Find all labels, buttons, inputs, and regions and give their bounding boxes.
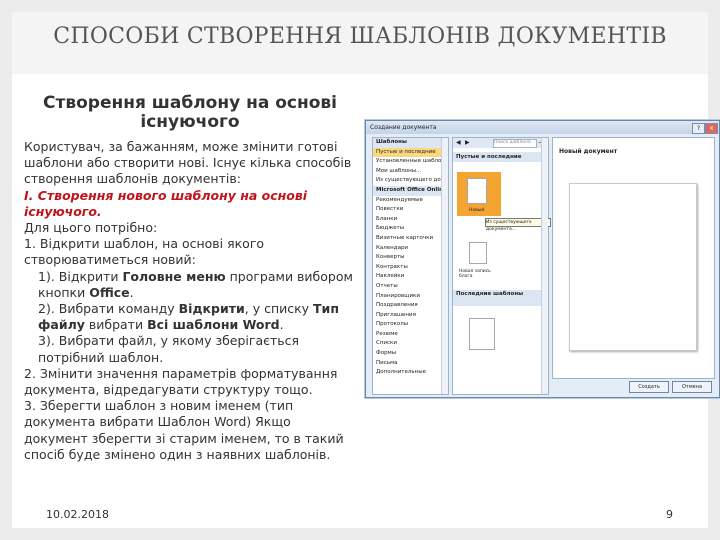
category-item[interactable]: Бланки [373, 215, 448, 225]
document-preview [569, 183, 697, 351]
step-3: 3). Вибрати файл, у якому зберігається п… [38, 333, 300, 365]
footer-date: 10.02.2018 [46, 508, 109, 521]
middle-scrollbar[interactable] [541, 138, 548, 394]
create-button[interactable]: Создать [629, 381, 669, 393]
category-item[interactable]: Отчеты [373, 282, 448, 292]
new-document-dialog: Создание документа ? × Шаблоны Пустые и п… [365, 120, 720, 398]
category-item[interactable]: Приглашения [373, 311, 448, 321]
slide-title: СПОСОБИ СТВОРЕННЯ ШАБЛОНІВ ДОКУМЕНТІВ [53, 24, 667, 49]
category-item[interactable]: Мои шаблоны... [373, 167, 448, 177]
category-item[interactable]: Визитные карточки [373, 234, 448, 244]
requirement-line: Для цього потрібно: [24, 220, 158, 236]
slide-body: Користувач, за бажанням, може змінити го… [24, 139, 354, 463]
category-item[interactable]: Бюджеты [373, 224, 448, 234]
point-2: 2. Змінити значення параметрів форматува… [24, 365, 338, 398]
category-item[interactable]: Календари [373, 244, 448, 254]
section-blank: Пустые и последние [453, 152, 545, 162]
gallery-toolbar: ◀ ▶ Поиск шаблона → [453, 138, 548, 148]
recent-template-icon[interactable] [469, 318, 495, 350]
close-icon[interactable]: × [705, 123, 718, 134]
document-icon [467, 178, 487, 204]
blog-icon[interactable] [469, 242, 487, 264]
category-item[interactable]: Рекомендуемые [373, 196, 448, 206]
template-gallery: ◀ ▶ Поиск шаблона → Пустые и последние Н… [452, 137, 551, 395]
category-item[interactable]: Наклейки [373, 272, 448, 282]
slide-subtitle: Створення шаблону на основі існуючого [43, 93, 337, 132]
intro-paragraph: Користувач, за бажанням, може змінити го… [24, 139, 352, 187]
category-item[interactable]: Повестки [373, 205, 448, 215]
category-item[interactable]: Дополнительные [373, 368, 448, 378]
category-item[interactable]: Планировщики [373, 292, 448, 302]
left-scrollbar[interactable] [441, 138, 448, 394]
category-item[interactable]: Из существующего документа... [373, 176, 448, 186]
method-heading: І. Створення нового шаблону на основі іс… [24, 187, 308, 219]
category-item[interactable]: Microsoft Office Online [373, 185, 448, 196]
category-item[interactable]: Списки [373, 339, 448, 349]
category-item[interactable]: Резюме [373, 330, 448, 340]
step-1: 1). Відкрити Головне меню програми вибор… [38, 268, 353, 300]
tile-new-label: Новый [469, 208, 485, 213]
category-item[interactable]: Протоколы [373, 320, 448, 330]
dialog-title: Создание документа [370, 124, 437, 131]
template-categories: Шаблоны Пустые и последние Установленные ш… [372, 137, 449, 395]
category-item[interactable]: Формы [373, 349, 448, 359]
category-item[interactable]: Шаблоны [373, 138, 448, 148]
point-3: 3. Зберегти шаблон з новим іменем (тип д… [24, 398, 344, 462]
dialog-titlebar: Создание документа ? × [366, 121, 719, 134]
cancel-button[interactable]: Отмена [672, 381, 712, 393]
help-button[interactable]: ? [692, 123, 705, 134]
preview-title: Новый документ [559, 148, 618, 155]
search-input[interactable]: Поиск шаблона [493, 139, 537, 148]
forward-icon[interactable]: ▶ [465, 139, 470, 146]
category-item[interactable]: Поздравления [373, 301, 448, 311]
page-number: 9 [666, 508, 673, 521]
section-recent: Последние шаблоны [453, 290, 545, 306]
category-item[interactable]: Конверты [373, 253, 448, 263]
category-item[interactable]: Контракты [373, 263, 448, 273]
step-2: 2). Вибрати команду Відкрити, у списку Т… [38, 301, 339, 333]
point-1: 1. Відкрити шаблон, на основі якого ство… [24, 236, 265, 268]
back-icon[interactable]: ◀ [456, 139, 461, 146]
preview-pane: Новый документ [552, 137, 715, 379]
category-item[interactable]: Установленные шаблоны [373, 157, 448, 167]
category-item[interactable]: Пустые и последние [373, 147, 448, 158]
category-item[interactable]: Письма [373, 359, 448, 369]
tile-blog-label: Новая запись блога [459, 269, 491, 279]
